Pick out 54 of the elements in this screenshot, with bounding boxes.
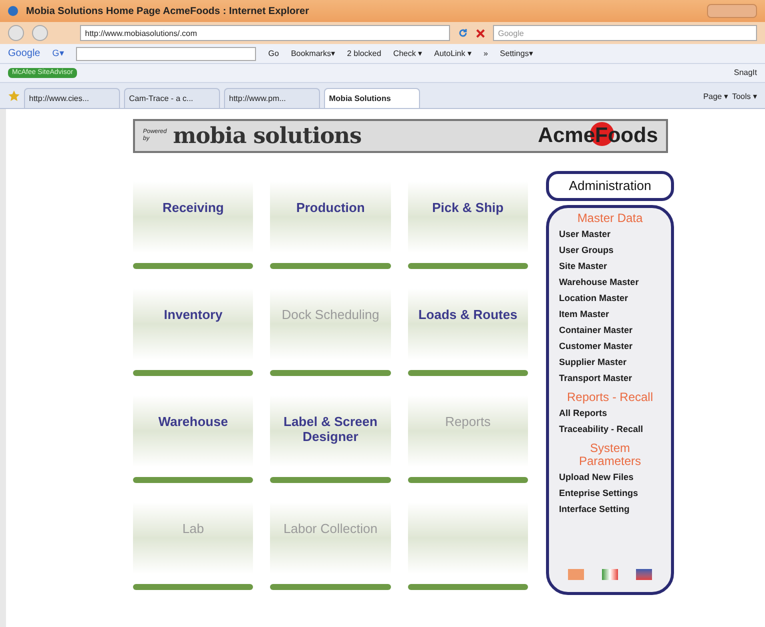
toolbar-button[interactable]: AutoLink ▾ [434,48,472,60]
admin-link[interactable]: Interface Setting [559,503,661,516]
stop-icon[interactable] [476,28,485,38]
admin-link[interactable]: Warehouse Master [559,276,661,289]
toolbar-button[interactable]: » [483,48,488,60]
admin-link[interactable]: User Master [559,228,661,241]
module-tile[interactable]: Production [270,181,391,253]
google-search-field[interactable] [76,46,256,60]
admin-link[interactable]: Supplier Master [559,356,661,369]
toolbar-button[interactable]: 2 blocked [346,48,382,60]
module-tile[interactable]: Pick & Ship [408,181,528,253]
browser-tab[interactable]: Mobia Solutions [324,88,420,108]
admin-link[interactable]: Enteprise Settings [559,487,661,500]
admin-link[interactable]: All Reports [559,407,661,420]
flag-icon[interactable] [602,569,618,580]
toolbar-button[interactable]: Settings▾ [500,48,533,60]
admin-link[interactable]: User Groups [559,244,661,257]
browser-tab[interactable]: http://www.cies... [24,88,120,108]
module-tile[interactable]: Warehouse [133,395,254,467]
toolbar-button[interactable]: Check ▾ [393,48,422,60]
google-menu[interactable]: G▾ [52,46,64,60]
window-title: Mobia Solutions Home Page AcmeFoods : Internet Explorer [26,4,310,18]
snagit-button[interactable]: SnagIt [734,67,757,79]
command-button[interactable]: Page ▾ [703,91,728,103]
browser-tab[interactable]: Cam-Trace - a c... [124,88,220,108]
admin-link[interactable]: Transport Master [559,372,661,385]
brand-logo: mobia solutions [173,122,362,150]
admin-link[interactable]: Container Master [559,324,661,337]
admin-link[interactable]: Customer Master [559,340,661,353]
administration-header: Administration [546,171,674,201]
module-tile[interactable]: Label & Screen Designer [270,395,391,467]
address-field[interactable]: http://www.mobiasolutions/.com [80,25,450,41]
command-button[interactable]: Tools ▾ [732,91,757,103]
admin-link[interactable]: Item Master [559,308,661,321]
module-tile[interactable]: Inventory [133,288,254,360]
section-heading: Reports - Recall [566,391,654,404]
browser-tab[interactable]: http://www.pm... [224,88,320,108]
ie-icon [8,6,18,16]
forward-button[interactable] [32,25,48,41]
module-tile[interactable]: Receiving [133,181,254,253]
toolbar-button[interactable]: Bookmarks▾ [290,48,335,60]
go-button[interactable]: Go [268,48,279,60]
refresh-icon[interactable] [458,28,468,38]
search-field[interactable]: Google [493,25,757,41]
admin-link[interactable]: Site Master [559,260,661,273]
admin-link[interactable]: Location Master [559,292,661,305]
module-tile[interactable]: Loads & Routes [408,288,528,360]
favorites-icon[interactable] [8,90,20,102]
section-heading: Master Data [576,212,644,225]
admin-link[interactable]: Upload New Files [559,471,661,484]
back-button[interactable] [8,25,24,41]
admin-link[interactable]: Traceability - Recall [559,423,661,436]
google-logo: Google [8,47,40,61]
section-heading: System Parameters [578,442,642,468]
